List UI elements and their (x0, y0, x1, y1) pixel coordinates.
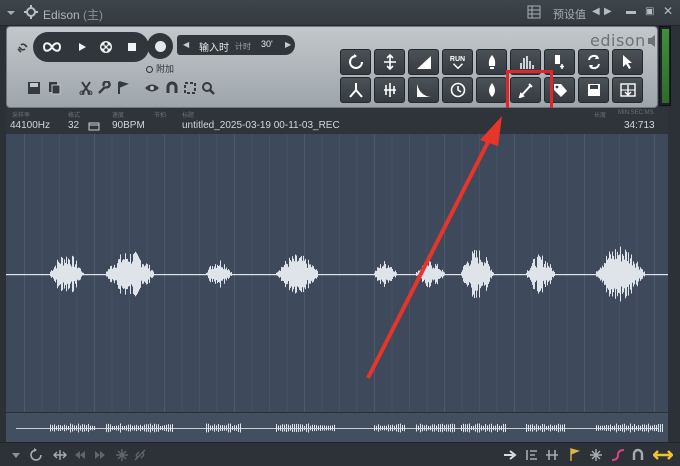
center-button[interactable] (52, 447, 68, 463)
marker-flag-icon (570, 448, 581, 461)
arrow-right-icon (504, 450, 517, 460)
curve-button[interactable] (610, 447, 626, 463)
stretch-button[interactable] (652, 447, 674, 463)
curve-icon (611, 449, 625, 461)
bottom-menu-button[interactable] (8, 447, 24, 463)
nav-left-icon (75, 451, 85, 459)
freeze-button[interactable] (588, 447, 604, 463)
marker-bottom-button[interactable] (566, 447, 582, 463)
bottom-toolbar (0, 442, 680, 466)
magnet-bottom-icon (632, 448, 644, 460)
align-button[interactable] (524, 447, 540, 463)
double-arrow-icon (653, 450, 673, 460)
arrow-line (366, 137, 492, 379)
triangle-down-icon (12, 453, 20, 458)
arrow-head (480, 116, 502, 146)
slice-icon (546, 450, 558, 460)
snowflake-2-icon (590, 449, 602, 461)
link-bottom-button[interactable] (132, 447, 148, 463)
fx-button[interactable] (114, 447, 130, 463)
nav-right-icon (95, 451, 105, 459)
nav-right-button[interactable] (92, 447, 108, 463)
center-icon (53, 450, 67, 460)
align-icon (526, 450, 537, 460)
refresh-icon (30, 448, 42, 461)
magnet-bottom-button[interactable] (630, 447, 646, 463)
send-button[interactable] (502, 447, 518, 463)
refresh-button[interactable] (28, 447, 44, 463)
annotation-arrow (366, 116, 502, 379)
snowflake-icon (116, 449, 128, 461)
slice-button[interactable] (544, 447, 560, 463)
chain-icon (134, 449, 146, 461)
nav-left-button[interactable] (72, 447, 88, 463)
